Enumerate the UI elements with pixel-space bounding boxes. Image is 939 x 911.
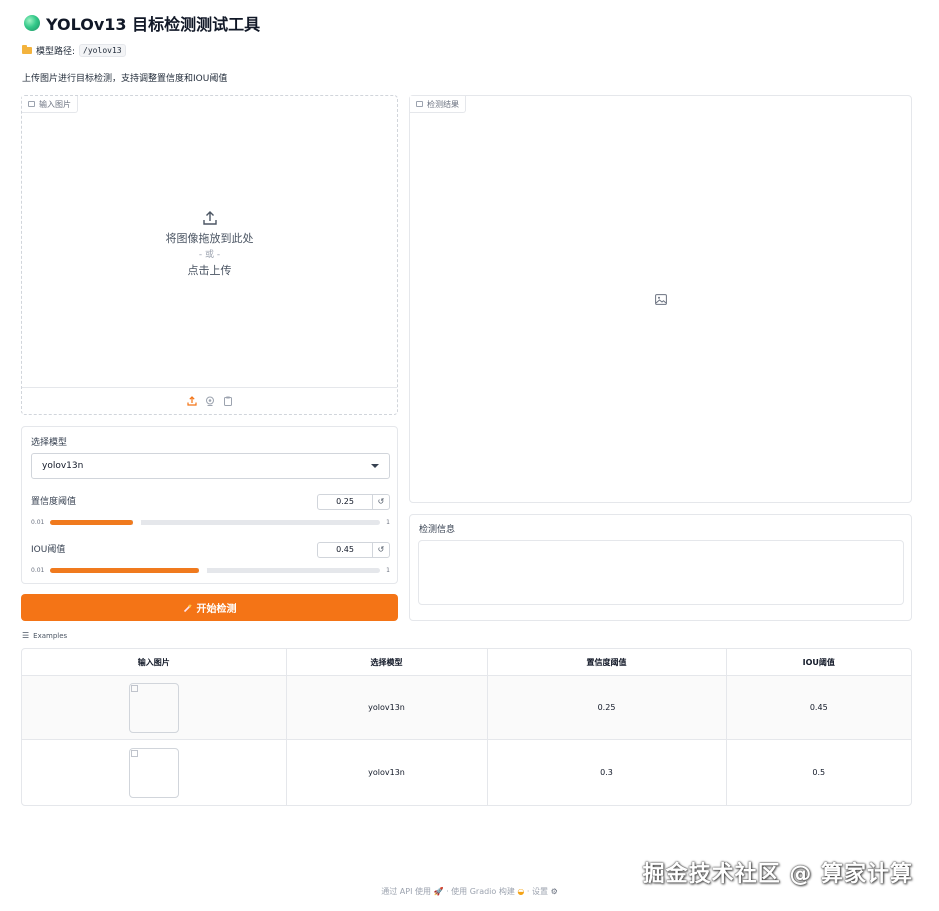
- built-with-gradio-link[interactable]: 使用 Gradio 构建: [451, 887, 515, 896]
- clipboard-icon[interactable]: [223, 396, 233, 406]
- model-path-line: 模型路径: /yolov13: [22, 44, 126, 57]
- confidence-slider-row: 0.01 1: [31, 519, 390, 526]
- footer: 通过 API 使用 🚀 · 使用 Gradio 构建 ◒ · 设置 ⚙: [0, 886, 939, 897]
- input-image-label: 输入图片: [22, 96, 78, 113]
- use-via-api-link[interactable]: 通过 API 使用: [381, 887, 431, 896]
- example-model-cell[interactable]: yolov13n: [286, 739, 488, 805]
- column-header: 选择模型: [286, 649, 488, 676]
- list-icon: ☰: [22, 631, 30, 640]
- column-header: IOU阈值: [726, 649, 911, 676]
- model-select-label: 选择模型: [31, 438, 68, 448]
- confidence-label: 置信度阈值: [31, 497, 77, 507]
- or-text: - 或 -: [198, 250, 221, 260]
- examples-table-container: 输入图片 选择模型 置信度阈值 IOU阈值 yolov13n 0.25 0.45…: [21, 648, 912, 806]
- controls-panel: 选择模型 yolov13n 置信度阈值 0.25 ↺ 0.01 1 IOU阈值 …: [21, 426, 398, 584]
- image-icon: [416, 101, 423, 107]
- footer-separator: ·: [526, 887, 530, 896]
- upload-source-icon[interactable]: [186, 396, 197, 406]
- drop-text: 将图像拖放到此处: [165, 232, 254, 245]
- rocket-icon: 🚀: [433, 887, 444, 896]
- confidence-number-input[interactable]: 0.25 ↺: [317, 494, 390, 510]
- chevron-down-icon: [371, 464, 379, 468]
- gradio-logo-icon: ◒: [517, 887, 525, 896]
- table-row[interactable]: yolov13n 0.3 0.5: [22, 739, 911, 806]
- examples-label: Examples: [33, 631, 68, 640]
- iou-max: 1: [386, 567, 390, 574]
- column-header: 输入图片: [22, 649, 287, 676]
- webcam-icon[interactable]: [205, 396, 215, 406]
- detection-info-panel: 检测信息: [409, 514, 912, 621]
- upload-icon: [202, 211, 217, 225]
- footer-separator: ·: [446, 887, 449, 896]
- table-row[interactable]: yolov13n 0.25 0.45: [22, 675, 911, 740]
- confidence-slider-thumb[interactable]: [132, 519, 141, 526]
- start-detection-label: 开始检测: [196, 604, 237, 615]
- page-description: 上传图片进行目标检测，支持调整置信度和IOU阈值: [22, 74, 228, 84]
- green-ball-icon: [24, 15, 40, 31]
- example-iou-cell[interactable]: 0.5: [726, 740, 911, 806]
- upload-prompt[interactable]: 将图像拖放到此处 - 或 - 点击上传: [22, 210, 397, 279]
- iou-number-input[interactable]: 0.45 ↺: [317, 542, 390, 558]
- example-image-cell[interactable]: [22, 675, 287, 740]
- broken-image-thumbnail[interactable]: [128, 682, 179, 733]
- folder-icon: [22, 45, 32, 54]
- examples-header-row: 输入图片 选择模型 置信度阈值 IOU阈值: [22, 649, 911, 676]
- column-header: 置信度阈值: [487, 649, 727, 676]
- example-conf-cell[interactable]: 0.3: [487, 739, 727, 805]
- iou-slider-row: 0.01 1: [31, 567, 390, 574]
- iou-label: IOU阈值: [31, 545, 66, 555]
- iou-reset-icon[interactable]: ↺: [372, 543, 389, 557]
- model-path-value: /yolov13: [79, 44, 126, 57]
- examples-table: 输入图片 选择模型 置信度阈值 IOU阈值 yolov13n 0.25 0.45…: [22, 649, 911, 806]
- detection-info-textbox[interactable]: [418, 540, 904, 605]
- result-image-label: 检测结果: [410, 96, 466, 113]
- examples-header: ☰ Examples: [22, 631, 67, 640]
- iou-value[interactable]: 0.45: [318, 543, 372, 557]
- result-image-panel: 检测结果: [409, 95, 912, 503]
- upload-source-toolbar: [22, 387, 397, 414]
- confidence-slider[interactable]: [50, 519, 381, 526]
- iou-slider[interactable]: [50, 567, 381, 574]
- model-dropdown[interactable]: yolov13n: [31, 453, 390, 479]
- iou-min: 0.01: [31, 567, 45, 574]
- page-title: YOLOv13 目标检测测试工具: [46, 15, 261, 34]
- confidence-min: 0.01: [31, 519, 45, 526]
- click-upload-text: 点击上传: [187, 264, 232, 277]
- confidence-value[interactable]: 0.25: [318, 495, 372, 509]
- image-icon: [28, 101, 35, 107]
- iou-slider-fill: [50, 568, 199, 573]
- watermark: 掘金技术社区 @ 算家计算: [642, 862, 913, 887]
- iou-slider-thumb[interactable]: [198, 567, 207, 574]
- image-placeholder-icon: [655, 294, 667, 305]
- settings-link[interactable]: 设置: [532, 887, 548, 896]
- example-conf-cell[interactable]: 0.25: [487, 675, 727, 740]
- model-path-label: 模型路径:: [36, 47, 76, 57]
- example-model-cell[interactable]: yolov13n: [286, 675, 488, 740]
- detection-info-label: 检测信息: [419, 525, 456, 535]
- broken-image-thumbnail[interactable]: [128, 747, 179, 798]
- magic-wand-icon: [183, 603, 192, 612]
- example-image-cell[interactable]: [22, 739, 287, 805]
- start-detection-button[interactable]: 开始检测: [21, 594, 398, 621]
- image-upload-area[interactable]: 输入图片 将图像拖放到此处 - 或 - 点击上传: [21, 95, 398, 415]
- model-dropdown-value: yolov13n: [42, 461, 84, 471]
- example-iou-cell[interactable]: 0.45: [726, 675, 911, 740]
- gear-icon[interactable]: ⚙: [551, 887, 558, 896]
- confidence-slider-fill: [50, 520, 133, 525]
- confidence-reset-icon[interactable]: ↺: [372, 495, 389, 509]
- app-title: YOLOv13 目标检测测试工具: [24, 10, 260, 36]
- confidence-max: 1: [386, 519, 390, 526]
